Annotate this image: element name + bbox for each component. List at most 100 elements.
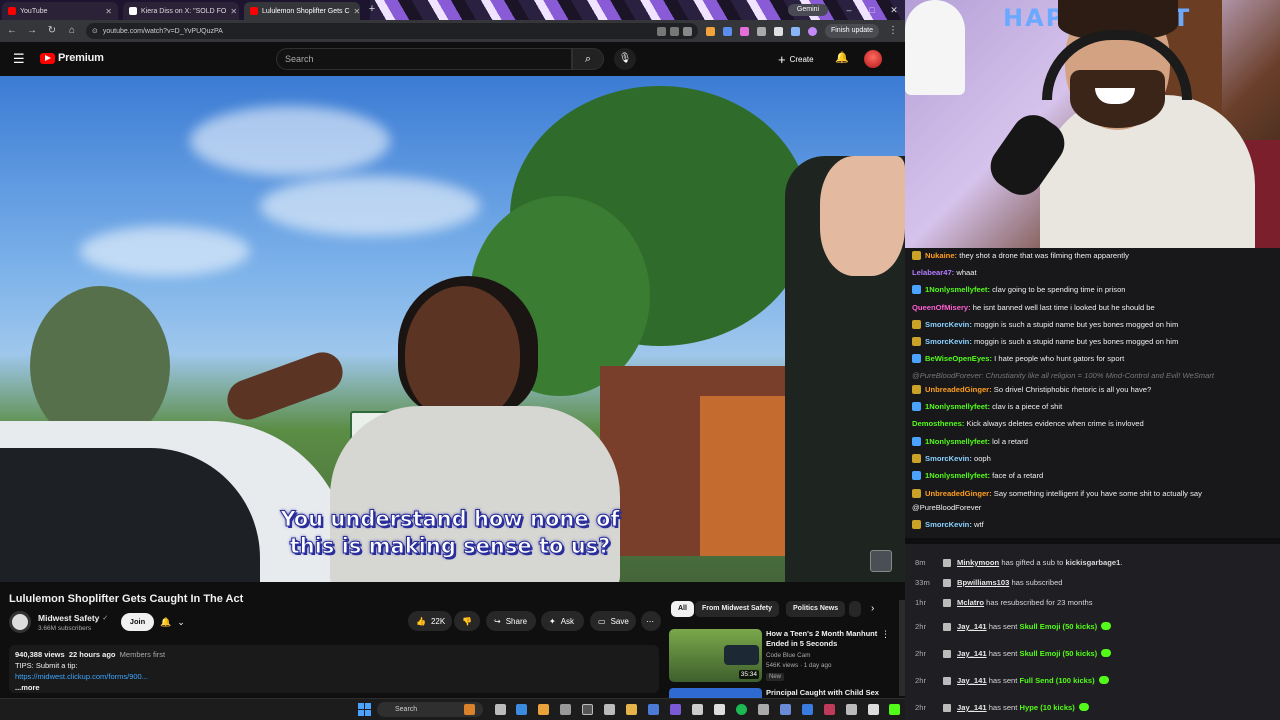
forward-icon[interactable]: → <box>26 25 38 37</box>
related-channel[interactable]: Code Blue Cam <box>766 652 810 659</box>
like-button[interactable]: 👍 22K <box>408 611 452 631</box>
related-thumbnail[interactable] <box>669 688 762 698</box>
cast-icon[interactable] <box>669 26 679 36</box>
app-icon[interactable] <box>582 704 593 715</box>
chip-politics-news[interactable]: Politics News <box>786 601 846 617</box>
site-info-icon[interactable]: ⊙ <box>92 27 98 35</box>
widget-icon[interactable] <box>464 704 475 715</box>
extension-icon[interactable] <box>756 26 766 36</box>
tip-link[interactable]: https://midwest.clickup.com/forms/900... <box>15 672 148 681</box>
show-more-link[interactable]: ...more <box>15 682 653 693</box>
browser-menu-icon[interactable]: ⋮ <box>887 25 899 37</box>
app-icon[interactable] <box>670 704 681 715</box>
voice-search-button[interactable]: 🎙 <box>614 48 636 70</box>
close-window-button[interactable]: ✕ <box>887 3 901 17</box>
channel-watermark-icon[interactable] <box>870 550 892 572</box>
maximize-button[interactable]: □ <box>865 3 879 17</box>
create-button[interactable]: + Create <box>778 50 814 68</box>
join-button[interactable]: Join <box>121 613 154 631</box>
event-username[interactable]: Mclatro <box>957 598 984 607</box>
chip-all[interactable]: All <box>671 601 694 617</box>
tab-lululemon-video[interactable]: Lululemon Shoplifter Gets C ✕ <box>244 2 360 20</box>
menu-icon[interactable]: ☰ <box>13 52 27 66</box>
channel-name-row[interactable]: Midwest Safety ✓ <box>38 613 108 623</box>
extension-icon[interactable] <box>722 26 732 36</box>
app-icon[interactable] <box>780 704 791 715</box>
task-view-icon[interactable] <box>495 704 506 715</box>
related-thumbnail[interactable]: 35:34 <box>669 629 762 682</box>
related-title[interactable]: Principal Caught with Child Sex <box>766 688 886 698</box>
url-text[interactable]: youtube.com/watch?v=D_YvPUQuzPA <box>103 28 223 35</box>
star-bookmark-icon[interactable] <box>682 26 692 36</box>
omnibox[interactable]: ⊙ youtube.com/watch?v=D_YvPUQuzPA <box>86 23 698 39</box>
app-icon[interactable] <box>868 704 879 715</box>
event-username[interactable]: Jay_141 <box>957 703 987 712</box>
profile-avatar-icon[interactable] <box>807 26 817 36</box>
event-username[interactable]: Jay_141 <box>957 649 987 658</box>
chat-username[interactable]: UnbreadedGinger: <box>925 385 992 394</box>
chat-username[interactable]: Demosthenes: <box>912 419 964 428</box>
save-button[interactable]: ▭ Save <box>590 611 636 631</box>
extensions-puzzle-icon[interactable] <box>773 26 783 36</box>
app-icon[interactable] <box>846 704 857 715</box>
extension-icon[interactable] <box>739 26 749 36</box>
finish-update-button[interactable]: Finish update <box>824 24 879 38</box>
dislike-button[interactable]: 👎 <box>454 611 480 631</box>
close-tab-icon[interactable]: ✕ <box>354 7 360 16</box>
chat-username[interactable]: 1Nonlysmellyfeet: <box>925 285 990 294</box>
app-icon[interactable] <box>824 704 835 715</box>
app-icon[interactable] <box>560 704 571 715</box>
app-icon[interactable] <box>714 704 725 715</box>
youtube-premium-logo[interactable]: Premium <box>40 52 104 64</box>
more-actions-button[interactable]: ⋯ <box>641 611 661 631</box>
zoom-icon[interactable] <box>656 26 666 36</box>
share-button[interactable]: ↪ Share <box>486 611 536 631</box>
home-icon[interactable]: ⌂ <box>66 25 78 37</box>
chat-username[interactable]: SmorcKevin: <box>925 520 972 529</box>
tab-x-post[interactable]: Kiera Diss on X: "SOLD FO ✕ <box>123 2 239 20</box>
channel-avatar[interactable] <box>9 611 31 633</box>
kick-icon[interactable] <box>889 704 900 715</box>
related-more-icon[interactable]: ⋮ <box>881 629 890 640</box>
chat-username[interactable]: UnbreadedGinger: <box>925 489 992 498</box>
notifications-bell-icon[interactable]: 🔔 <box>835 51 849 65</box>
chevron-right-icon[interactable]: › <box>871 603 883 615</box>
search-button[interactable]: ⌕ <box>572 48 604 70</box>
chat-username[interactable]: 1Nonlysmellyfeet: <box>925 471 990 480</box>
app-icon[interactable] <box>692 704 703 715</box>
app-icon[interactable] <box>802 704 813 715</box>
ask-button[interactable]: ✦ Ask <box>541 611 584 631</box>
minimize-button[interactable]: – <box>842 3 856 17</box>
edge-icon[interactable] <box>516 704 527 715</box>
steam-icon[interactable] <box>648 704 659 715</box>
windows-start-icon[interactable] <box>358 703 371 716</box>
chat-username[interactable]: QueenOfMisery: <box>912 303 971 312</box>
related-title[interactable]: How a Teen's 2 Month Manhunt Ended in 5 … <box>766 629 881 649</box>
description-box[interactable]: 940,388 views 22 hours ago Members first… <box>9 645 659 693</box>
chat-username[interactable]: Nukaine: <box>925 251 957 260</box>
chat-username[interactable]: Lelabear47: <box>912 268 954 277</box>
event-username[interactable]: Bpwilliams103 <box>957 578 1009 587</box>
chip-from-channel[interactable]: From Midwest Safety <box>695 601 780 617</box>
extension-icon[interactable] <box>705 26 715 36</box>
close-tab-icon[interactable]: ✕ <box>105 7 112 16</box>
chat-username[interactable]: 1Nonlysmellyfeet: <box>925 402 990 411</box>
event-username[interactable]: Jay_141 <box>957 676 987 685</box>
gemini-button[interactable]: Gemini <box>788 4 828 16</box>
reload-icon[interactable]: ↻ <box>46 25 58 37</box>
chat-username[interactable]: SmorcKevin: <box>925 320 972 329</box>
chat-username[interactable]: SmorcKevin: <box>925 337 972 346</box>
file-explorer-icon[interactable] <box>626 704 637 715</box>
account-avatar[interactable] <box>864 50 882 68</box>
app-icon[interactable] <box>604 704 615 715</box>
video-player[interactable]: You understand how none of this is making… <box>0 76 905 582</box>
back-icon[interactable]: ← <box>6 25 18 37</box>
chrome-icon[interactable] <box>538 704 549 715</box>
app-icon[interactable] <box>758 704 769 715</box>
chat-username[interactable]: SmorcKevin: <box>925 454 972 463</box>
chip-partial[interactable] <box>849 601 861 617</box>
download-icon[interactable] <box>790 26 800 36</box>
search-input[interactable]: Search <box>276 48 572 70</box>
new-tab-button[interactable]: + <box>366 3 378 15</box>
spotify-icon[interactable] <box>736 704 747 715</box>
